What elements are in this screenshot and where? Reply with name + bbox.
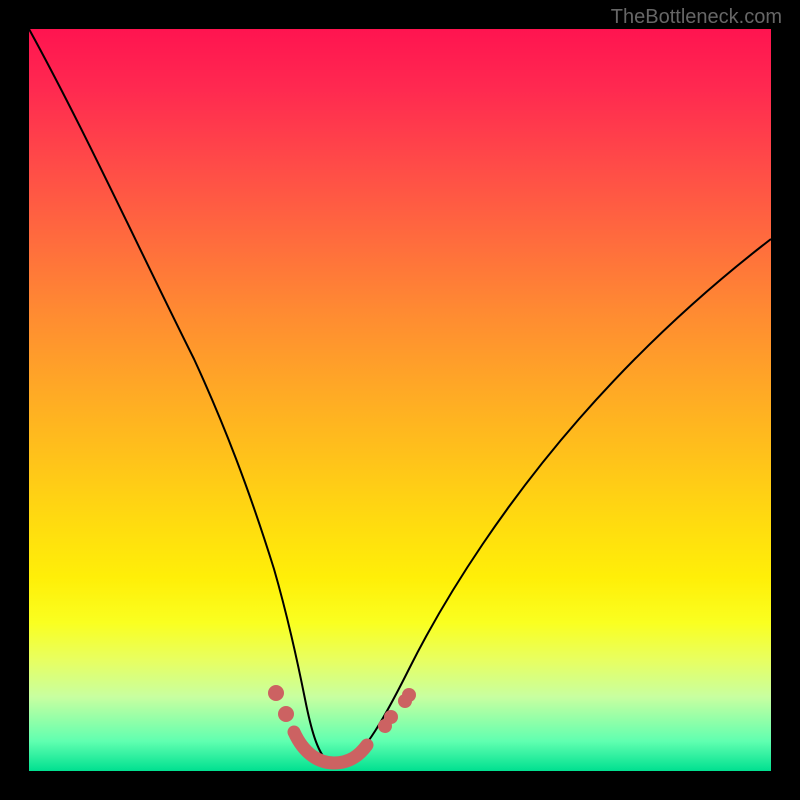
marker-point (402, 688, 416, 702)
marker-point (278, 706, 294, 722)
marker-point (384, 710, 398, 724)
curve-svg (29, 29, 771, 771)
chart-container: TheBottleneck.com (0, 0, 800, 800)
marker-segment (294, 732, 367, 763)
watermark-text: TheBottleneck.com (611, 6, 782, 29)
plot-area (29, 29, 771, 771)
bottleneck-curve (29, 29, 771, 764)
marker-point (268, 685, 284, 701)
